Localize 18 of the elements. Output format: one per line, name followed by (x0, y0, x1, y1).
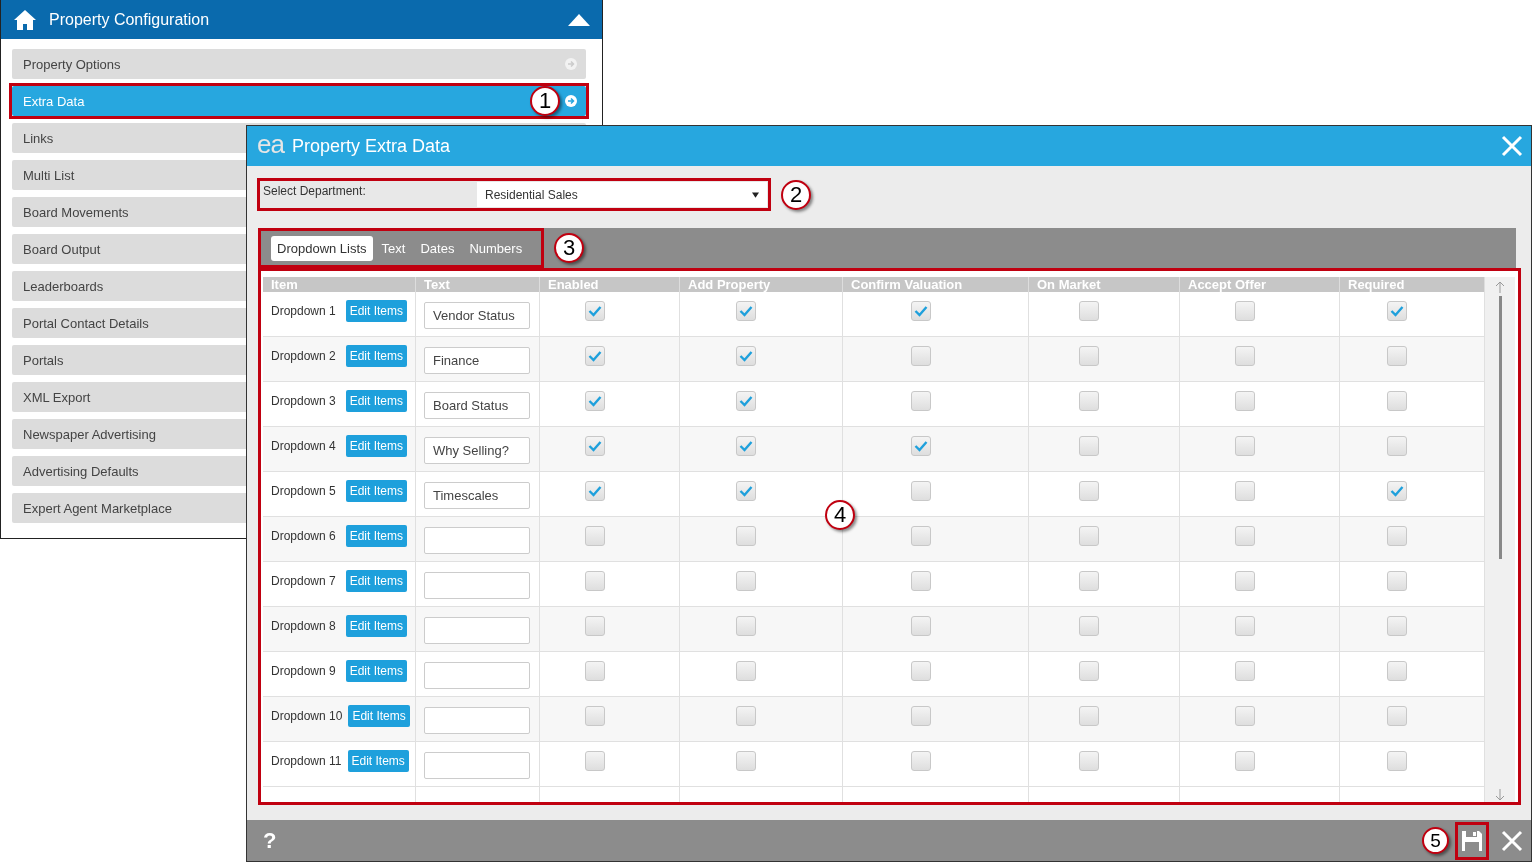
item-label: Dropdown 6 (271, 529, 336, 543)
item-label: Dropdown 9 (271, 664, 336, 678)
item-label: Dropdown 5 (271, 484, 336, 498)
item-label: Dropdown 2 (271, 349, 336, 363)
panel-title: Property Configuration (49, 10, 211, 29)
callout-number: 5 (1422, 827, 1449, 854)
field-label: Select Department: (262, 183, 367, 200)
callout-number: 3 (554, 233, 585, 263)
dialog-title: Property Extra Data (291, 135, 451, 157)
logo: ea (257, 131, 284, 157)
callout-number: 2 (781, 179, 811, 210)
item-label: Dropdown 1 (271, 304, 336, 318)
item-label: Dropdown 8 (271, 619, 336, 633)
item-label: Dropdown 4 (271, 439, 336, 453)
item-label: Dropdown 3 (271, 394, 336, 408)
item-label: Dropdown 10 (271, 709, 343, 723)
item-label: Dropdown 11 (271, 754, 342, 768)
item-label: Dropdown 7 (271, 574, 336, 588)
